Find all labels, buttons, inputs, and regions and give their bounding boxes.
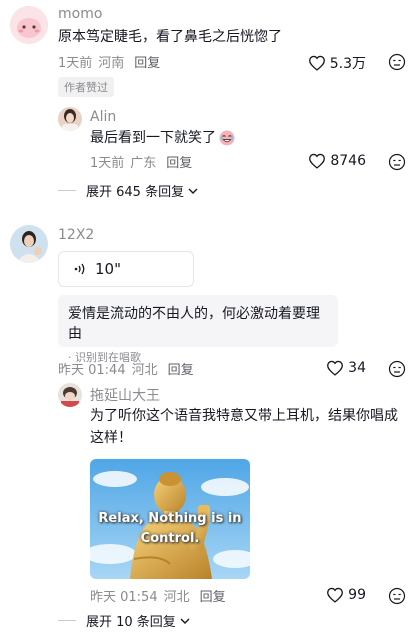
voice-wave-icon [74,263,85,275]
reply-button[interactable]: 回复 [200,586,226,605]
reply-text-line1: 为了听你这个语音我特意又带上耳机，结果你唱成 [90,408,398,424]
voice-duration: 10" [95,260,121,278]
like-button[interactable]: 8746 [308,153,366,169]
reply-time: 1天前 [90,156,125,171]
dislike-face-icon [388,360,406,378]
voice-message-player[interactable]: 10" [58,251,194,287]
reply-image[interactable]: Relax, Nothing is in Control. [90,459,250,579]
dislike-face-icon [388,153,406,171]
reply-time: 昨天 01:54 [90,590,158,605]
dislike-button[interactable] [388,360,406,382]
image-caption-line1: Relax, Nothing is in [98,511,242,526]
reply-meta: 1天前 广东 回复 [90,152,192,171]
dislike-button[interactable] [388,587,406,609]
expand-label: 展开 10 条回复 [86,615,176,630]
expand-label: 展开 645 条回复 [86,185,185,200]
comment-username[interactable]: 12X2 [58,227,94,243]
heart-outline-icon [327,587,344,603]
avatar-tuoyanshandawang[interactable] [58,383,82,407]
chevron-down-icon [188,188,198,194]
comment-username[interactable]: momo [58,6,102,22]
expand-divider [58,620,76,621]
image-caption-line2: Control. [140,531,200,546]
like-count: 34 [348,360,366,376]
author-liked-badge: 作者赞过 [58,77,114,97]
reply-button[interactable]: 回复 [168,359,194,378]
comment-time: 1天前 [58,56,93,71]
reply-meta: 昨天 01:54 河北 回复 [90,586,226,605]
reply-text-line2: 这样！ [90,430,132,446]
dislike-button[interactable] [388,53,406,75]
expand-divider [58,190,76,191]
reply-button[interactable]: 回复 [166,152,192,171]
avatar-momo[interactable] [10,6,48,44]
like-count: 99 [348,587,366,603]
chevron-down-icon [180,618,190,624]
like-button[interactable]: 5.3万 [308,53,366,73]
expand-replies-button[interactable]: 展开 645 条回复 [58,181,198,200]
song-recognition-card[interactable]: 爱情是流动的不由人的，何必激动着要理由 · 识别到在唱歌 [58,295,338,364]
reply-username[interactable]: 拖延山大王 [90,385,160,405]
avatar-12x2[interactable] [10,225,48,263]
comment-text: 原本笃定睫毛，看了鼻毛之后恍惚了 [58,29,282,45]
song-lyric: 爱情是流动的不由人的，何必激动着要理由 [68,306,320,342]
comment-meta: 昨天 01:44 河北 回复 [58,359,194,378]
like-button[interactable]: 34 [326,360,366,376]
like-count: 5.3万 [329,56,366,72]
expand-replies-button[interactable]: 展开 10 条回复 [58,611,190,630]
reply-location: 河北 [163,590,190,605]
like-button[interactable]: 99 [326,587,366,603]
dislike-face-icon [388,53,406,71]
comment-location: 河南 [98,56,125,71]
dislike-button[interactable] [388,153,406,175]
reply-text: 最后看到一下就笑了 [90,127,236,149]
comment-meta: 1天前 河南 回复 [58,52,160,71]
comment-location: 河北 [131,363,158,378]
reply-location: 广东 [130,156,157,171]
like-count: 8746 [330,153,366,169]
reply-text-content: 最后看到一下就笑了 [90,130,216,146]
heart-outline-icon [327,360,344,376]
heart-outline-icon [309,153,326,169]
reply-button[interactable]: 回复 [134,52,160,71]
reply-username[interactable]: Alin [90,109,116,125]
laughing-emoji-icon [219,130,235,146]
heart-outline-icon [308,55,325,71]
avatar-alin[interactable] [58,107,82,131]
comment-time: 昨天 01:44 [58,363,126,378]
dislike-face-icon [388,587,406,605]
image-caption: Relax, Nothing is in Control. [90,509,250,549]
